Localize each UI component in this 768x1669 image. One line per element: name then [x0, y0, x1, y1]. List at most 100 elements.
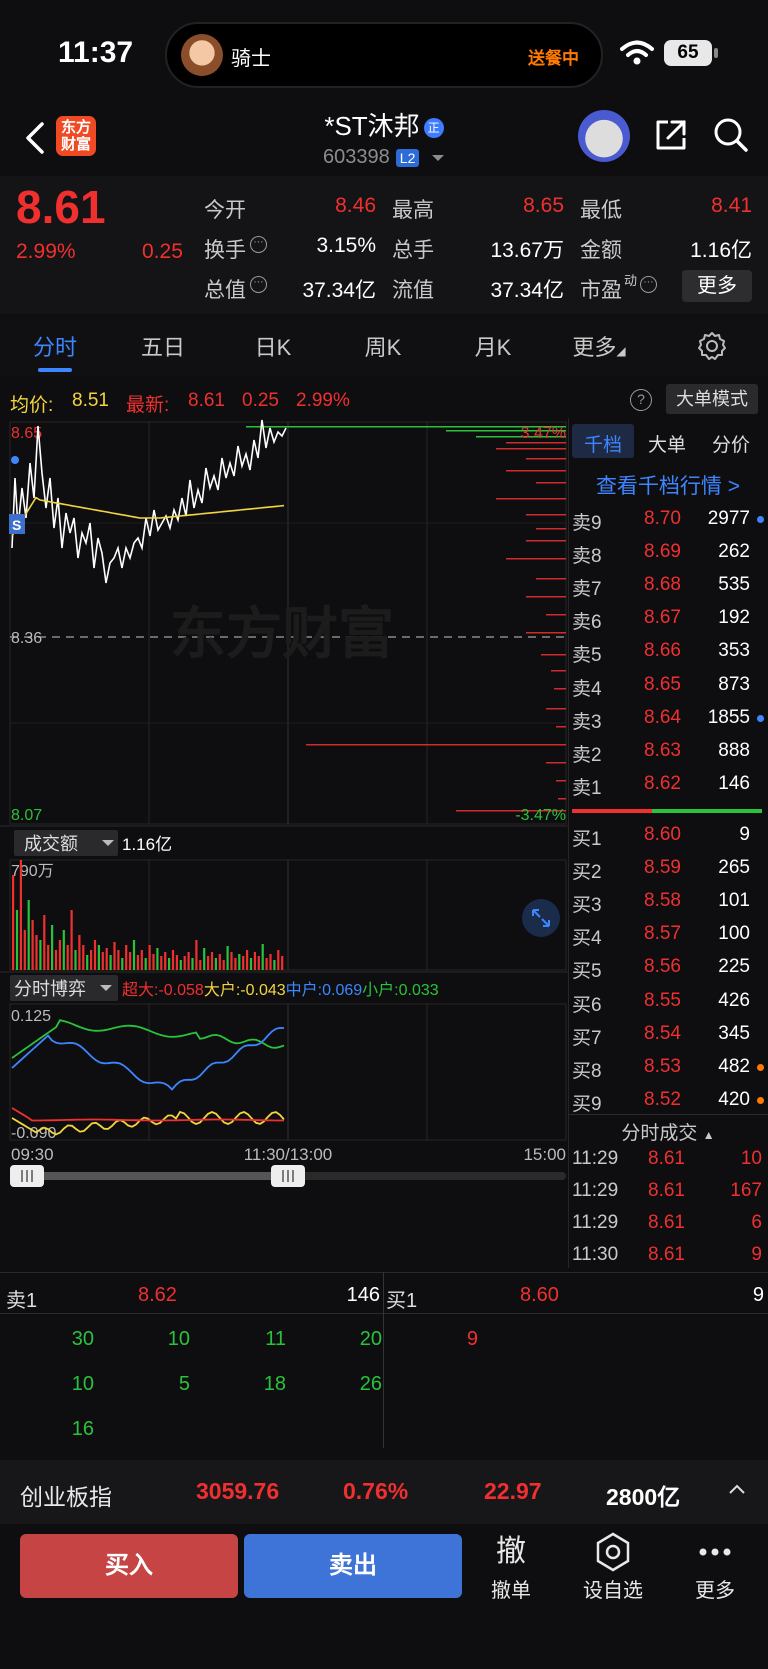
depth-bar [526, 596, 566, 598]
volume-bar [136, 955, 139, 970]
axis-pct-low: -3.47% [515, 807, 566, 824]
index-amount: 2800亿 [606, 1484, 681, 1510]
level-volume: 353 [718, 640, 750, 662]
dynamic-island[interactable]: 骑士 送餐中 [165, 22, 603, 88]
tab-five-day[interactable]: 五日 [118, 330, 208, 362]
ticks-header[interactable]: 分时成交 ▲ [568, 1118, 768, 1145]
big-order-mode-button[interactable]: 大单模式 [666, 384, 758, 414]
order-book-row[interactable]: 卖6 8.67 192 [572, 607, 768, 639]
depth-bar [526, 632, 566, 634]
volume-bar [195, 940, 198, 970]
gear-icon[interactable] [696, 330, 728, 362]
order-book-row[interactable]: 买6 8.55 426 [572, 990, 768, 1022]
info-dots-icon[interactable]: ⋯ [250, 276, 267, 293]
ob-tab-depth[interactable]: 千档 [573, 430, 633, 457]
more-actions-button[interactable]: 更多 [670, 1530, 760, 1603]
quote-field-label[interactable]: 总值 [204, 274, 246, 304]
volume-bar [230, 952, 233, 970]
quote-field-label[interactable]: 市盈 [580, 274, 622, 304]
order-book-row[interactable]: 买8 8.53 482 [572, 1056, 768, 1088]
tab-weekly-k[interactable]: 周K [338, 330, 428, 362]
quote-field-label: 今开 [204, 199, 246, 222]
help-icon[interactable]: ? [630, 389, 652, 411]
queue-order: 10 [71, 1373, 94, 1395]
battery-tip [714, 48, 718, 58]
volume-bar [144, 958, 147, 970]
level-price: 8.59 [644, 857, 681, 879]
expand-button[interactable] [522, 899, 560, 937]
volume-bar [78, 935, 81, 970]
bid-ask-ratio-red [572, 809, 652, 813]
order-book-row[interactable]: 卖4 8.65 873 [572, 674, 768, 706]
info-dots-icon[interactable]: ⋯ [250, 236, 267, 253]
level-price: 8.68 [644, 574, 681, 596]
volume-bar [160, 956, 163, 970]
volume-bar [281, 956, 284, 970]
order-book-row[interactable]: 买7 8.54 345 [572, 1023, 768, 1055]
share-icon[interactable] [652, 116, 690, 154]
quote-field-value: 37.34亿 [490, 279, 564, 302]
ob-tab-price-dist[interactable]: 分价 [701, 430, 761, 457]
intraday-chart[interactable]: 东方财富 8.65 8.36 8.07 3.47% -3.47% S 成交额 1… [0, 418, 568, 1240]
level-price: 8.54 [644, 1022, 681, 1044]
depth-bar [306, 744, 566, 746]
level-label: 卖6 [572, 612, 602, 634]
volume-bar [210, 952, 214, 970]
order-book-row[interactable]: 卖7 8.68 535 [572, 574, 768, 606]
quote-field-label[interactable]: 换手 [204, 234, 246, 264]
order-marker-dot [757, 1096, 764, 1104]
robot-assistant-icon[interactable] [578, 110, 630, 162]
volume-bar [156, 948, 159, 970]
level-badge: L2 [395, 148, 420, 167]
time-end: 15:00 [523, 1145, 566, 1164]
ob-tab-big-orders[interactable]: 大单 [637, 430, 697, 457]
dropdown-caret-icon [431, 154, 444, 161]
tab-intraday[interactable]: 分时 [10, 330, 100, 362]
more-quote-button[interactable]: 更多 [682, 270, 752, 302]
volume-bar [269, 954, 272, 970]
game-legend-item: 中户:0.069 [286, 981, 363, 999]
volume-bar [253, 952, 256, 970]
add-watchlist-button[interactable]: 设自选 [568, 1530, 658, 1603]
queue-order: 20 [359, 1328, 382, 1350]
axis-price-low: 8.07 [11, 807, 42, 824]
order-book-row[interactable]: 卖3 8.64 1855 [572, 707, 768, 739]
order-book-row[interactable]: 买5 8.56 225 [572, 956, 768, 988]
order-book-row[interactable]: 卖8 8.69 262 [572, 541, 768, 573]
index-change: 22.97 [484, 1478, 542, 1504]
buy-button[interactable]: 买入 [20, 1534, 238, 1598]
order-book-row[interactable]: 买9 8.52 420 [572, 1089, 768, 1121]
chevron-up-icon[interactable] [728, 1482, 746, 1496]
level-label: 卖3 [572, 711, 602, 733]
order-book-row[interactable]: 卖9 8.70 2977 [572, 508, 768, 540]
tab-monthly-k[interactable]: 月K [448, 330, 538, 362]
volume-bar [19, 860, 22, 970]
volume-bar [31, 920, 34, 970]
search-icon[interactable] [712, 116, 750, 154]
bid1-vol: 9 [752, 1284, 764, 1306]
volume-bar [47, 945, 50, 970]
volume-bar [43, 915, 46, 970]
tab-daily-k[interactable]: 日K [228, 330, 318, 362]
info-dots-icon[interactable]: ⋯ [640, 276, 657, 293]
order-book-row[interactable]: 卖5 8.66 353 [572, 640, 768, 672]
volume-bar [54, 950, 58, 970]
game-legend: 超大:-0.058大户:-0.043中户:0.069小户:0.033 [122, 981, 439, 999]
order-book-row[interactable]: 买4 8.57 100 [572, 923, 768, 955]
order-book-row[interactable]: 卖1 8.62 146 [572, 773, 768, 805]
order-book-row[interactable]: 买1 8.60 9 [572, 824, 768, 856]
game-selector-label: 分时博弈 [14, 979, 86, 999]
tick-time: 11:29 [572, 1212, 619, 1233]
volume-max: 790万 [11, 863, 54, 880]
tab-more[interactable]: 更多◢ [554, 330, 644, 362]
sell-button[interactable]: 卖出 [244, 1534, 462, 1598]
volume-bar [82, 945, 85, 970]
level-label: 买6 [572, 994, 602, 1016]
order-book-row[interactable]: 买3 8.58 101 [572, 890, 768, 922]
view-depth-link[interactable]: 查看千档行情 > [568, 470, 768, 500]
volume-bar [277, 950, 280, 970]
cancel-icon: 撤 [496, 1535, 526, 1568]
order-book-row[interactable]: 买2 8.59 265 [572, 857, 768, 889]
order-book-row[interactable]: 卖2 8.63 888 [572, 740, 768, 772]
cancel-order-button[interactable]: 撤 撤单 [466, 1530, 556, 1603]
